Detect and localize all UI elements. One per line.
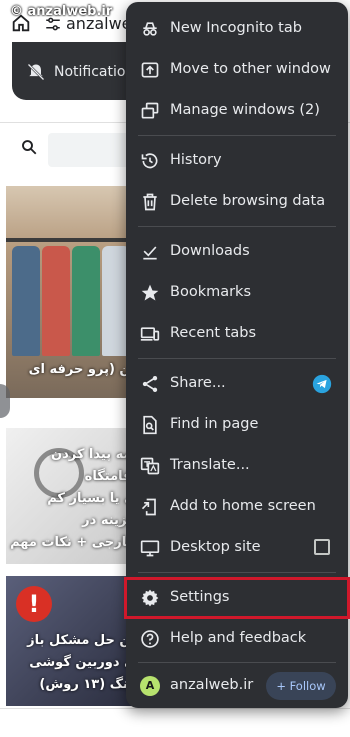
menu-divider [138,135,336,136]
trash-icon [143,193,157,211]
alert-image: ! [16,586,52,622]
menu-divider [138,662,336,663]
notifications-off-icon [27,63,45,81]
menu-divider [138,572,336,573]
menu-item-manage-windows[interactable]: Manage windows (2) [126,92,348,130]
article-card[interactable]: ! ین حل مشکل باز ی دوربین گوشی ونگ (۱۳ ر… [6,576,142,706]
add-to-home-icon [141,498,156,516]
menu-item-label: Desktop site [170,539,261,555]
incognito-icon [143,22,157,36]
menu-item-move-to-other-window[interactable]: Move to other window [126,51,348,89]
menu-item-settings[interactable]: Settings [124,577,350,619]
menu-item-label: Settings [170,589,230,605]
clothes-rail [6,238,142,242]
menu-item-new-incognito-tab[interactable]: New Incognito tab [126,10,348,48]
menu-item-label: Move to other window [170,61,331,77]
menu-item-label: Share... [170,375,226,391]
menu-item-desktop-site[interactable]: Desktop site [126,529,348,567]
menu-item-translate[interactable]: Translate... [126,447,348,485]
devices-icon [140,327,160,341]
article-title: بن (پرو حرفه ای [28,362,136,377]
menu-item-label: Add to home screen [170,498,316,514]
bottom-bar [0,708,350,737]
help-icon [141,630,159,648]
menu-item-label: Help and feedback [170,630,307,646]
article-card[interactable]: امه پیدا کردن اقامتگاه ی یا بسیار کم هزی… [6,428,142,564]
menu-item-delete-browsing-data[interactable]: Delete browsing data [126,183,348,221]
move-window-icon [141,62,159,78]
menu-item-label: Manage windows (2) [170,102,320,118]
notification-label: Notification [54,64,135,80]
account-name: anzalweb.ir [170,677,254,693]
account-row[interactable]: A anzalweb.ir + Follow [126,666,348,706]
desktop-icon [140,540,160,557]
menu-item-downloads[interactable]: Downloads [126,233,348,271]
gear-icon [141,589,159,607]
find-in-page-icon [143,415,157,435]
menu-item-label: Find in page [170,416,259,432]
menu-item-help-and-feedback[interactable]: Help and feedback [126,620,348,658]
menu-item-label: Delete browsing data [170,193,326,209]
article-card[interactable]: بن (پرو حرفه ای [6,186,142,398]
edge-handle[interactable] [0,384,10,418]
menu-item-label: Translate... [170,457,250,473]
menu-item-find-in-page[interactable]: Find in page [126,406,348,444]
menu-item-bookmarks[interactable]: Bookmarks [126,274,348,312]
watermark: © anzalweb.ir [10,4,113,19]
desktop-site-checkbox[interactable] [314,539,330,555]
avatar: A [140,676,160,696]
article-title: امه پیدا کردن اقامتگاه ی یا بسیار کم هزی… [10,447,136,550]
translate-icon [140,457,160,475]
menu-item-share[interactable]: Share... [126,365,348,403]
search-icon[interactable] [20,138,38,156]
menu-divider [138,226,336,227]
article-title: ین حل مشکل باز ی دوربین گوشی ونگ (۱۳ روش… [27,633,136,692]
telegram-icon[interactable] [312,374,332,394]
menu-item-history[interactable]: History [126,142,348,180]
windows-icon [141,102,159,119]
history-icon [141,153,158,169]
menu-item-label: Downloads [170,243,250,259]
follow-button[interactable]: + Follow [266,672,336,700]
menu-item-recent-tabs[interactable]: Recent tabs [126,315,348,353]
menu-item-label: Recent tabs [170,325,257,341]
share-icon [142,376,158,392]
menu-item-label: Bookmarks [170,284,252,300]
star-icon [141,284,159,301]
menu-item-label: History [170,152,222,168]
menu-item-label: New Incognito tab [170,20,302,36]
overflow-menu: New Incognito tab Move to other window M… [124,2,350,708]
menu-divider [138,358,336,359]
download-done-icon [143,246,157,260]
menu-item-add-to-home-screen[interactable]: Add to home screen [126,488,348,526]
